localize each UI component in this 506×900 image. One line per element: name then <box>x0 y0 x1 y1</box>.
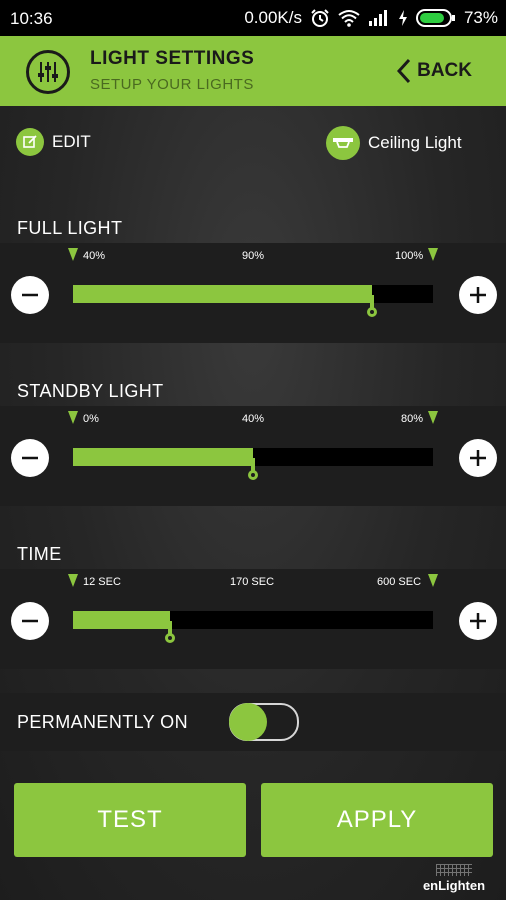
test-button[interactable]: TEST <box>14 783 246 857</box>
standby-light-fill <box>73 448 253 466</box>
network-speed: 0.00K/s <box>244 8 302 27</box>
back-button[interactable]: BACK <box>397 58 472 84</box>
time-min-label: 12 SEC <box>83 576 121 588</box>
min-marker <box>68 411 78 424</box>
minus-icon <box>22 293 38 297</box>
toggle-thumb <box>229 703 267 741</box>
full-light-max-label: 100% <box>395 250 424 262</box>
full-light-slider-panel: 40% 90% 100% <box>0 243 506 343</box>
edit-label: EDIT <box>52 132 91 151</box>
permanently-on-row: PERMANENTLY ON <box>0 693 506 751</box>
max-marker <box>428 574 438 587</box>
battery-icon <box>415 8 456 28</box>
standby-light-track[interactable] <box>73 448 433 480</box>
time-minus-button[interactable] <box>11 602 49 640</box>
wifi-icon <box>338 9 360 27</box>
minus-icon <box>22 456 38 460</box>
full-light-min-label: 40% <box>83 250 106 262</box>
chevron-left-icon <box>397 58 411 84</box>
time-handle[interactable] <box>163 621 177 645</box>
plus-icon <box>470 613 486 629</box>
plus-icon <box>470 287 486 303</box>
page-title: LIGHT SETTINGS <box>90 48 255 69</box>
full-light-track[interactable] <box>73 285 433 317</box>
time-max-label: 600 SEC <box>377 576 422 588</box>
brand-grid-icon <box>436 864 472 876</box>
standby-light-mid-label: 40% <box>242 413 265 425</box>
time-title: TIME <box>17 544 62 564</box>
plus-icon <box>470 450 486 466</box>
page-subtitle: SETUP YOUR LIGHTS <box>90 76 254 93</box>
light-name: Ceiling Light <box>368 133 462 152</box>
ceiling-light-icon <box>326 126 360 160</box>
max-marker <box>428 248 438 261</box>
app-bar: LIGHT SETTINGS SETUP YOUR LIGHTS BACK <box>0 36 506 106</box>
standby-light-min-label: 0% <box>83 413 99 425</box>
equalizer-icon <box>26 50 70 94</box>
full-light-title: FULL LIGHT <box>17 218 123 238</box>
time-mid-label: 170 SEC <box>230 576 275 588</box>
permanently-on-label: PERMANENTLY ON <box>17 712 188 732</box>
full-light-minus-button[interactable] <box>11 276 49 314</box>
time-slider-panel: 12 SEC 170 SEC 600 SEC <box>0 569 506 669</box>
minus-icon <box>22 619 38 623</box>
full-light-plus-button[interactable] <box>459 276 497 314</box>
permanently-on-toggle[interactable] <box>229 703 299 741</box>
apply-button[interactable]: APPLY <box>261 783 493 857</box>
alarm-icon <box>310 8 330 28</box>
min-marker <box>68 574 78 587</box>
full-light-fill <box>73 285 372 303</box>
edit-icon <box>16 128 44 156</box>
time-fill <box>73 611 171 629</box>
min-marker <box>68 248 78 261</box>
time-track[interactable] <box>73 611 433 643</box>
brand-name: enLighten <box>422 878 486 893</box>
standby-light-max-label: 80% <box>401 413 424 425</box>
back-label: BACK <box>417 60 472 81</box>
full-light-handle[interactable] <box>365 295 379 319</box>
time-plus-button[interactable] <box>459 602 497 640</box>
signal-icon <box>368 9 390 27</box>
battery-percent: 73% <box>463 8 498 27</box>
edit-button[interactable]: EDIT <box>16 128 91 156</box>
status-bar: 10:36 0.00K/s 73% <box>0 0 506 36</box>
standby-light-plus-button[interactable] <box>459 439 497 477</box>
standby-light-title: STANDBY LIGHT <box>17 381 164 401</box>
status-time: 10:36 <box>10 9 53 28</box>
standby-light-minus-button[interactable] <box>11 439 49 477</box>
full-light-mid-label: 90% <box>242 250 265 262</box>
light-selector[interactable]: Ceiling Light <box>326 126 462 160</box>
max-marker <box>428 411 438 424</box>
charging-icon <box>398 9 408 27</box>
standby-light-slider-panel: 0% 40% 80% <box>0 406 506 506</box>
standby-light-handle[interactable] <box>246 458 260 482</box>
brand-logo: enLighten <box>416 864 492 893</box>
